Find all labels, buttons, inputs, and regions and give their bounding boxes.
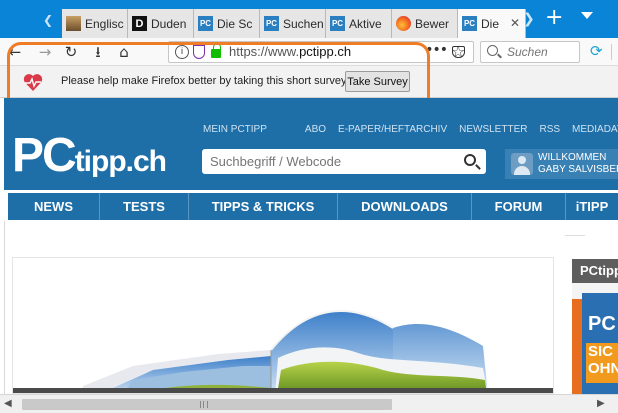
tab-list: Englisc D Duden PC Die Sc PC Suchen PC A… — [62, 9, 526, 38]
browser-search-input[interactable] — [507, 44, 577, 60]
toolbar-separator — [611, 44, 612, 60]
pctipp-favicon-icon: PC — [462, 16, 477, 31]
back-icon[interactable]: ← — [8, 42, 22, 62]
link-mein-pctipp[interactable]: MEIN PCTIPP — [203, 124, 267, 135]
tab-active-pctipp[interactable]: PC Die ✕ — [458, 9, 526, 38]
tab-label: Suchen — [283, 16, 324, 31]
nav-forum[interactable]: FORUM — [472, 193, 566, 220]
close-tab-icon[interactable]: ✕ — [510, 16, 520, 30]
site-logo[interactable]: PCtipp.ch — [12, 128, 167, 183]
pctipp-favicon-icon: PC — [264, 16, 279, 31]
site-search-input[interactable] — [210, 152, 450, 170]
reload-icon[interactable]: ↻ — [62, 42, 80, 62]
content-divider — [4, 221, 5, 394]
page-actions-menu-icon[interactable]: ••• — [425, 42, 448, 58]
logo-pc: PC — [12, 129, 77, 182]
tab-bewertung[interactable]: Bewer — [392, 9, 458, 38]
search-icon[interactable] — [464, 154, 476, 166]
user-name: GABY SALVISBERG — [538, 164, 618, 175]
magazine-cover-back — [572, 299, 582, 394]
tracking-protection-icon[interactable] — [193, 45, 205, 59]
open-book-landscape-image — [83, 310, 488, 393]
url-scheme: https://www. — [229, 44, 300, 59]
page-content: PCtipp PC SIC OHN — [0, 221, 618, 394]
tab-label: Die — [481, 16, 500, 31]
magazine-headline: SIC OHN — [586, 343, 618, 383]
firefox-favicon-icon — [396, 16, 411, 31]
english-site-favicon-icon — [66, 16, 81, 31]
take-survey-button[interactable]: Take Survey — [345, 71, 410, 92]
sync-icon[interactable]: ⟳ — [590, 42, 603, 60]
pctipp-favicon-icon: PC — [198, 16, 213, 31]
browser-search-box[interactable] — [480, 41, 580, 63]
nav-news[interactable]: NEWS — [8, 193, 100, 220]
link-e-paper[interactable]: E-PAPER/HEFTARCHIV — [338, 124, 447, 135]
secure-lock-icon[interactable] — [211, 44, 221, 58]
scroll-left-icon[interactable]: ◀ — [4, 398, 12, 409]
url-host: pctipp.ch — [299, 44, 352, 59]
survey-notification-bar: Please help make Firefox better by takin… — [0, 66, 618, 98]
tab-label: Die Sc — [217, 16, 253, 31]
link-abo[interactable]: ABO — [305, 124, 326, 135]
avatar — [511, 153, 533, 175]
tab-english[interactable]: Englisc — [62, 9, 128, 38]
navigation-toolbar: ← → ↻ ⭳ ⌂ i https://www.pctipp.ch ••• ☆ … — [0, 38, 618, 66]
scrollbar-thumb[interactable] — [22, 399, 392, 410]
sidebar-box-title: PCtipp — [572, 259, 618, 283]
page-left-edge — [0, 98, 4, 190]
logo-tipp-ch: tipp.ch — [74, 145, 167, 178]
welcome-text: WILLKOMMEN — [538, 152, 607, 163]
grip-icon — [200, 401, 208, 408]
notification-message: Please help make Firefox better by takin… — [61, 75, 347, 87]
tab-label: Bewer — [415, 16, 450, 31]
scroll-right-icon[interactable]: ▶ — [597, 398, 605, 409]
article-teaser-image[interactable] — [12, 257, 554, 394]
magazine-cover: PC SIC OHN — [582, 293, 618, 394]
magazine-title: PC — [588, 313, 616, 335]
site-header: MEIN PCTIPP ABO E-PAPER/HEFTARCHIV NEWSL… — [0, 98, 618, 190]
download-icon[interactable]: ⭳ — [89, 42, 107, 62]
tab-label: Englisc — [85, 16, 124, 31]
tab-suchen[interactable]: PC Suchen — [260, 9, 326, 38]
duden-favicon-icon: D — [132, 16, 147, 31]
home-icon[interactable]: ⌂ — [115, 42, 133, 62]
nav-tipps-tricks[interactable]: TIPPS & TRICKS — [189, 193, 338, 220]
tab-die-schweiz[interactable]: PC Die Sc — [194, 9, 260, 38]
scroll-tabs-right-icon[interactable]: ❯ — [523, 11, 535, 27]
nav-downloads[interactable]: DOWNLOADS — [338, 193, 472, 220]
url-text[interactable]: https://www.pctipp.ch — [229, 44, 351, 59]
link-mediadaten[interactable]: MEDIADATEN — [572, 124, 618, 135]
bookmark-star-icon[interactable]: ☆ — [451, 42, 465, 61]
tab-strip: ❮ Englisc D Duden PC Die Sc PC Suchen PC… — [0, 0, 618, 38]
link-rss[interactable]: RSS — [539, 124, 560, 135]
forward-icon[interactable]: → — [36, 42, 54, 62]
address-bar[interactable]: i https://www.pctipp.ch ••• — [168, 41, 474, 63]
site-search-box — [202, 149, 486, 174]
link-newsletter[interactable]: NEWSLETTER — [459, 124, 527, 135]
nav-tests[interactable]: TESTS — [100, 193, 189, 220]
heartbeat-icon — [23, 74, 43, 91]
nav-itipp[interactable]: iTIPP — [566, 193, 618, 220]
search-icon — [487, 45, 498, 56]
tab-duden[interactable]: D Duden — [128, 9, 194, 38]
tab-label: Duden — [151, 16, 187, 31]
horizontal-scrollbar[interactable]: ◀ ▶ — [0, 394, 618, 413]
new-tab-button[interactable]: + — [545, 6, 563, 30]
pctipp-favicon-icon: PC — [330, 16, 345, 31]
tab-label: Aktive — [349, 16, 382, 31]
sidebar-magazine-box[interactable]: PCtipp PC SIC OHN — [572, 259, 618, 394]
header-top-links: MEIN PCTIPP ABO E-PAPER/HEFTARCHIV NEWSL… — [203, 124, 618, 135]
scroll-tabs-left-icon[interactable]: ❮ — [43, 12, 57, 28]
main-navigation: NEWS TESTS TIPPS & TRICKS DOWNLOADS FORU… — [0, 190, 618, 221]
tab-aktive[interactable]: PC Aktive — [326, 9, 392, 38]
site-info-icon[interactable]: i — [175, 45, 189, 59]
decorative-dash — [565, 235, 585, 236]
user-welcome[interactable]: WILLKOMMEN GABY SALVISBERG — [505, 149, 618, 179]
list-all-tabs-icon[interactable] — [581, 12, 595, 26]
